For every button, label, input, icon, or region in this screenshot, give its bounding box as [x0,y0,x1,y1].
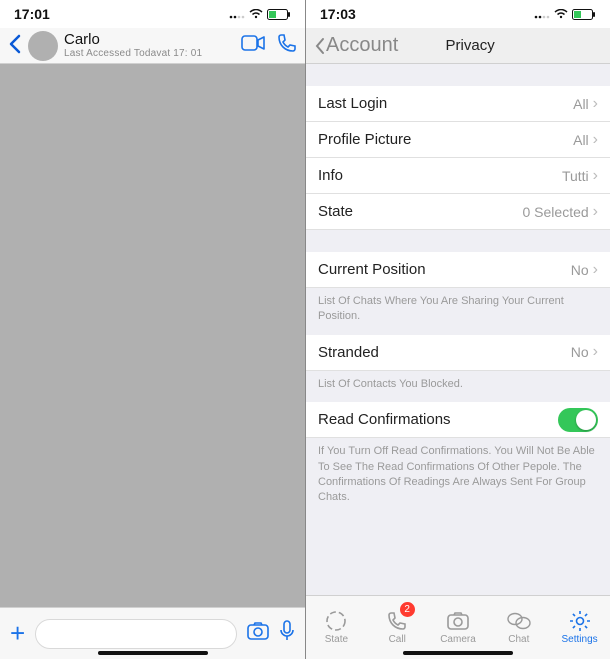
row-label: Read Confirmations [318,411,451,428]
battery-icon [572,9,596,20]
phone-icon [277,33,297,53]
signal-icon [229,9,245,19]
row-value: All [573,132,589,148]
chevron-left-icon [8,34,22,54]
status-time: 17:03 [320,6,356,22]
video-icon [241,35,265,51]
home-indicator[interactable] [98,651,208,655]
privacy-settings-list[interactable]: Last Login All› Profile Picture All› Inf… [306,64,610,595]
contact-name: Carlo [64,32,229,49]
row-info[interactable]: Info Tutti› [306,158,610,194]
row-label: Last Login [318,95,387,112]
wifi-icon [554,9,568,19]
tab-label: Settings [562,634,598,645]
page-title: Privacy [398,37,602,54]
row-value: No [571,344,589,360]
gear-icon [569,610,591,632]
tab-label: Chat [508,634,529,645]
status-time: 17:01 [14,6,50,22]
status-bar: 17:01 [0,0,305,28]
row-value: 0 Selected [523,204,589,220]
row-value: All [573,96,589,112]
hint-current-position: List Of Chats Where You Are Sharing Your… [306,288,610,335]
mic-button[interactable] [279,620,295,647]
row-label: Stranded [318,344,379,361]
contact-avatar[interactable] [28,31,58,61]
row-label: State [318,203,353,220]
tab-calls[interactable]: 2 Call [367,596,428,659]
row-value: No [571,262,589,278]
read-confirmations-toggle[interactable] [558,408,598,432]
calls-badge: 2 [400,602,415,617]
chevron-right-icon: › [593,261,598,279]
camera-button[interactable] [247,622,269,645]
back-label: Account [326,34,398,57]
row-label: Profile Picture [318,131,411,148]
tab-label: Camera [440,634,476,645]
row-value: Tutti [562,168,589,184]
status-indicators [534,9,596,20]
row-stranded[interactable]: Stranded No› [306,335,610,371]
wifi-icon [249,9,263,19]
status-indicators [229,9,291,20]
chat-bubbles-icon [507,611,531,631]
attach-button[interactable]: + [10,618,25,649]
tab-label: Call [389,634,406,645]
chevron-right-icon: › [593,343,598,361]
back-button[interactable] [8,30,22,61]
row-last-login[interactable]: Last Login All› [306,86,610,122]
chevron-left-icon [314,37,326,55]
tab-bar: State 2 Call Camera Chat Settings [306,595,610,659]
hint-stranded: List Of Contacts You Blocked. [306,371,610,402]
chat-header: Carlo Last Accessed Todavat 17: 01 [0,28,305,64]
chevron-right-icon: › [593,167,598,185]
chevron-right-icon: › [593,203,598,221]
voice-call-button[interactable] [277,33,297,58]
mic-icon [279,620,295,642]
row-read-confirmations: Read Confirmations [306,402,610,438]
chat-screen: 17:01 Carlo Last Accessed Todavat 17: 01… [0,0,305,659]
contact-title-block[interactable]: Carlo Last Accessed Todavat 17: 01 [64,32,229,60]
tab-label: State [325,634,348,645]
video-call-button[interactable] [241,35,265,56]
status-ring-icon [325,610,347,632]
tab-state[interactable]: State [306,596,367,659]
settings-header: Account Privacy [306,28,610,64]
privacy-settings-screen: 17:03 Account Privacy Last Login All› Pr… [305,0,610,659]
row-state[interactable]: State 0 Selected› [306,194,610,230]
message-input[interactable] [35,619,237,649]
back-to-account-button[interactable]: Account [314,34,398,57]
row-label: Info [318,167,343,184]
contact-status: Last Accessed Todavat 17: 01 [64,48,229,59]
hint-read-confirmations: If You Turn Off Read Confirmations. You … [306,438,610,516]
home-indicator[interactable] [403,651,513,655]
chevron-right-icon: › [593,131,598,149]
battery-icon [267,9,291,20]
row-profile-picture[interactable]: Profile Picture All› [306,122,610,158]
signal-icon [534,9,550,19]
status-bar: 17:03 [306,0,610,28]
camera-icon [247,622,269,640]
chevron-right-icon: › [593,95,598,113]
row-current-position[interactable]: Current Position No› [306,252,610,288]
tab-chat[interactable]: Chat [488,596,549,659]
tab-camera[interactable]: Camera [428,596,489,659]
chat-messages-area[interactable] [0,64,305,607]
tab-settings[interactable]: Settings [549,596,610,659]
row-label: Current Position [318,261,426,278]
camera-icon [447,612,469,630]
